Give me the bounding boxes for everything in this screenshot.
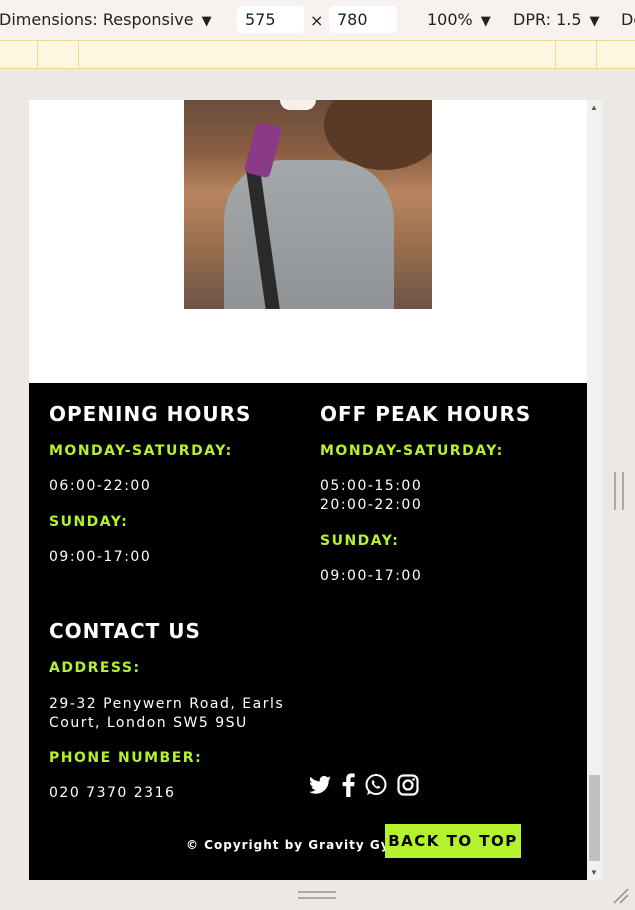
whatsapp-icon[interactable]	[364, 773, 388, 797]
width-input[interactable]	[237, 6, 304, 33]
media-query-segment[interactable]	[38, 41, 79, 68]
phone-number-value: 020 7370 2316	[49, 785, 176, 801]
contact-us-title: CONTACT US	[49, 619, 201, 643]
offpeak-sunday-label: SUNDAY:	[320, 533, 400, 549]
media-query-segment[interactable]	[79, 41, 556, 68]
scroll-up-arrow-icon[interactable]: ▲	[590, 103, 598, 112]
dimensions-dropdown[interactable]: Dimensions: Responsive ▼	[0, 10, 212, 29]
zoom-label: 100%	[427, 10, 473, 29]
dpr-label: DPR: 1.5	[513, 10, 582, 29]
offpeak-weekday-hours: 05:00-15:00 20:00-22:00	[320, 478, 423, 513]
site-footer: OPENING HOURS MONDAY-SATURDAY: 06:00-22:…	[29, 383, 587, 880]
opening-sunday-label: SUNDAY:	[49, 514, 129, 530]
photo-smile	[280, 100, 316, 110]
offpeak-weekday-label: MONDAY-SATURDAY:	[320, 443, 504, 459]
device-viewport: OPENING HOURS MONDAY-SATURDAY: 06:00-22:…	[29, 100, 602, 880]
zoom-dropdown[interactable]: 100% ▼	[427, 10, 491, 29]
chevron-down-icon: ▼	[480, 14, 491, 29]
scrollbar-thumb[interactable]	[589, 775, 600, 861]
viewport-scrollbar[interactable]: ▲ ▼	[587, 100, 602, 880]
off-peak-hours-title: OFF PEAK HOURS	[320, 402, 532, 426]
height-input[interactable]	[329, 6, 397, 33]
dpr-dropdown[interactable]: DPR: 1.5 ▼	[513, 10, 600, 29]
copyright-text: © Copyright by Gravity Gym	[186, 838, 404, 852]
offpeak-sunday-hours: 09:00-17:00	[320, 568, 423, 584]
chevron-down-icon: ▼	[201, 14, 212, 29]
back-to-top-button[interactable]: BACK TO TOP	[385, 824, 521, 858]
opening-hours-title: OPENING HOURS	[49, 402, 252, 426]
address-label: ADDRESS:	[49, 660, 141, 676]
resize-corner-icon[interactable]	[610, 885, 630, 905]
device-type-label: De	[621, 10, 635, 29]
media-query-segment[interactable]	[0, 41, 38, 68]
scroll-down-arrow-icon[interactable]: ▼	[590, 868, 598, 877]
media-query-bar	[0, 40, 635, 69]
social-links	[308, 773, 420, 797]
opening-weekday-label: MONDAY-SATURDAY:	[49, 443, 233, 459]
media-query-segment[interactable]	[597, 41, 635, 68]
instagram-icon[interactable]	[396, 773, 420, 797]
devtools-toolbar: Dimensions: Responsive ▼ × 100% ▼ DPR: 1.5…	[0, 0, 635, 40]
opening-weekday-hours: 06:00-22:00	[49, 478, 152, 494]
resize-handle-right[interactable]	[614, 472, 624, 510]
device-type-dropdown[interactable]: De	[621, 10, 635, 29]
twitter-icon[interactable]	[308, 773, 332, 797]
opening-sunday-hours: 09:00-17:00	[49, 549, 152, 565]
chevron-down-icon: ▼	[589, 14, 600, 29]
media-query-segment[interactable]	[556, 41, 597, 68]
facebook-icon[interactable]	[340, 773, 356, 797]
address-value: 29-32 Penywern Road, Earls Court, London…	[49, 696, 285, 731]
times-separator: ×	[310, 11, 324, 30]
gym-woman-photo	[184, 100, 432, 309]
phone-number-label: PHONE NUMBER:	[49, 750, 203, 766]
resize-handle-bottom[interactable]	[298, 891, 336, 899]
dimensions-label: Dimensions: Responsive	[0, 10, 194, 29]
